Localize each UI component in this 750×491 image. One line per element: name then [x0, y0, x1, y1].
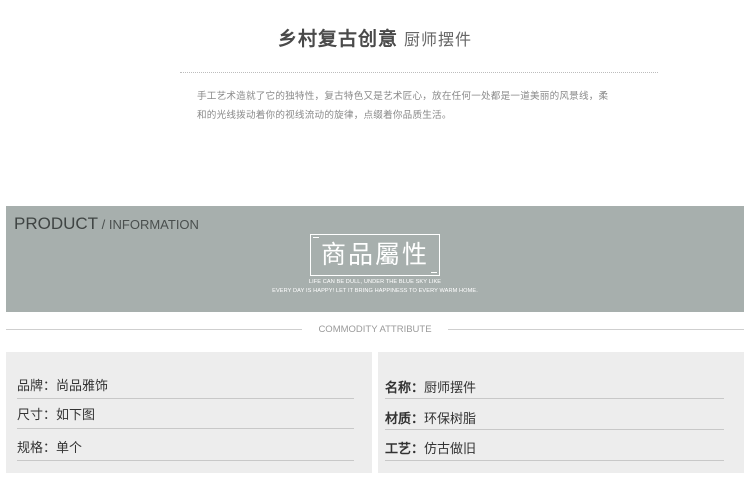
attribute-row: 名称：厨师摆件 [385, 380, 476, 398]
row-rule [17, 460, 354, 461]
tagline-1: LIFE CAN BE DULL, UNDER THE BLUE SKY LIK… [308, 279, 442, 285]
title-light: 厨师摆件 [404, 30, 473, 49]
attribute-panel-left: 品牌：尚品雅饰 尺寸：如下图 规格：单个 [6, 352, 372, 473]
commodity-attribute-label: COMMODITY ATTRIBUTE [318, 324, 432, 335]
attribute-title-frame: 商品屬性 [310, 234, 440, 276]
attribute-value: 厨师摆件 [424, 381, 477, 396]
intro-line-1: 手工艺术造就了它的独特性，复古特色又是艺术匠心，放在任何一处都是一道美丽的风景线… [197, 91, 609, 102]
intro-text: 手工艺术造就了它的独特性，复古特色又是艺术匠心，放在任何一处都是一道美丽的风景线… [197, 87, 637, 125]
row-rule [385, 460, 724, 461]
tagline-2: EVERY DAY IS HAPPY! LET IT BRING HAPPINE… [272, 288, 478, 294]
attribute-row: 尺寸：如下图 [17, 407, 95, 425]
attribute-key: 工艺： [385, 442, 425, 457]
attribute-key: 尺寸： [17, 408, 57, 423]
attribute-value: 尚品雅饰 [56, 379, 109, 394]
row-rule [385, 429, 724, 430]
information-heading: / INFORMATION [98, 217, 199, 232]
attribute-row: 规格：单个 [17, 440, 82, 458]
attribute-row: 品牌：尚品雅饰 [17, 378, 108, 396]
attribute-row: 工艺：仿古做旧 [385, 441, 476, 459]
product-information-heading: PRODUCT / INFORMATION [14, 214, 199, 234]
attribute-key: 品牌： [17, 379, 57, 394]
attribute-title: 商品屬性 [320, 240, 429, 269]
attribute-value: 如下图 [56, 408, 96, 423]
row-rule [385, 398, 724, 399]
row-rule [17, 428, 354, 429]
hero-title: 乡村复古创意 厨师摆件 [0, 26, 750, 53]
product-information-banner: PRODUCT / INFORMATION 商品屬性 LIFE CAN BE D… [6, 206, 744, 312]
dotted-divider [180, 72, 658, 73]
attribute-value: 仿古做旧 [424, 442, 477, 457]
product-heading: PRODUCT [14, 214, 99, 233]
attribute-row: 材质：环保树脂 [385, 411, 476, 429]
row-rule [17, 398, 354, 399]
title-bold: 乡村复古创意 [277, 28, 398, 50]
intro-line-2: 和的光线拨动着你的视线流动的旋律，点缀着你品质生活。 [197, 110, 452, 121]
attribute-key: 名称： [385, 381, 425, 396]
attribute-key: 材质： [385, 412, 425, 427]
attribute-value: 单个 [56, 441, 83, 456]
attribute-panel-right: 名称：厨师摆件 材质：环保树脂 工艺：仿古做旧 [378, 352, 744, 473]
attribute-value: 环保树脂 [424, 412, 477, 427]
attribute-key: 规格： [17, 441, 57, 456]
